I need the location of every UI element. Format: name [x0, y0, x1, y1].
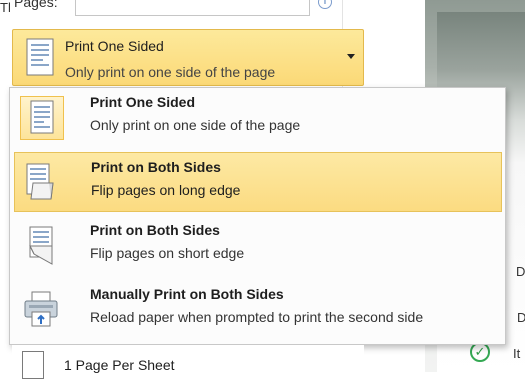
menu-item-title: Print on Both Sides [91, 159, 221, 175]
manual-duplex-printer-icon [20, 288, 64, 332]
info-icon[interactable]: i [318, 0, 332, 9]
one-sided-page-icon [20, 96, 64, 140]
menu-item-title: Print on Both Sides [90, 222, 220, 238]
menu-item-subtitle: Reload paper when prompted to print the … [90, 309, 424, 325]
print-sides-dropdown-menu: Print One Sided Only print on one side o… [9, 87, 506, 345]
flip-short-edge-icon [20, 224, 64, 268]
preview-text-line-3: It [513, 346, 521, 361]
pages-input[interactable] [75, 0, 310, 16]
menu-item-both-sides-short-edge[interactable]: Print on Both Sides Flip pages on short … [14, 216, 502, 276]
print-sides-select[interactable]: Print One Sided Only print on one side o… [12, 29, 364, 86]
menu-item-title: Print One Sided [90, 94, 196, 110]
menu-item-both-sides-long-edge[interactable]: Print on Both Sides Flip pages on long e… [14, 152, 502, 212]
menu-item-manual-both-sides[interactable]: Manually Print on Both Sides Reload pape… [14, 280, 502, 340]
select-subtitle: Only print on one side of the page [65, 64, 276, 80]
one-sided-page-icon [21, 36, 65, 80]
page-icon [22, 351, 44, 379]
pages-label: Pages: [14, 0, 58, 10]
chevron-down-icon [347, 54, 355, 59]
menu-item-print-one-sided[interactable]: Print One Sided Only print on one side o… [14, 88, 502, 148]
pages-per-sheet-select[interactable]: 1 Page Per Sheet [12, 345, 364, 379]
menu-item-subtitle: Flip pages on short edge [90, 245, 245, 261]
menu-item-subtitle: Only print on one side of the page [90, 117, 301, 133]
preview-text-line-1: DF [516, 264, 525, 279]
pages-per-sheet-label: 1 Page Per Sheet [64, 357, 175, 373]
pages-row: Pages: i [0, 0, 380, 22]
preview-text-line-2: D [517, 310, 525, 325]
flip-long-edge-icon [21, 161, 65, 205]
menu-item-title: Manually Print on Both Sides [90, 286, 284, 302]
menu-item-subtitle: Flip pages on long edge [91, 182, 241, 198]
check-circle-icon: ✓ [470, 342, 490, 362]
select-title: Print One Sided [65, 38, 164, 54]
